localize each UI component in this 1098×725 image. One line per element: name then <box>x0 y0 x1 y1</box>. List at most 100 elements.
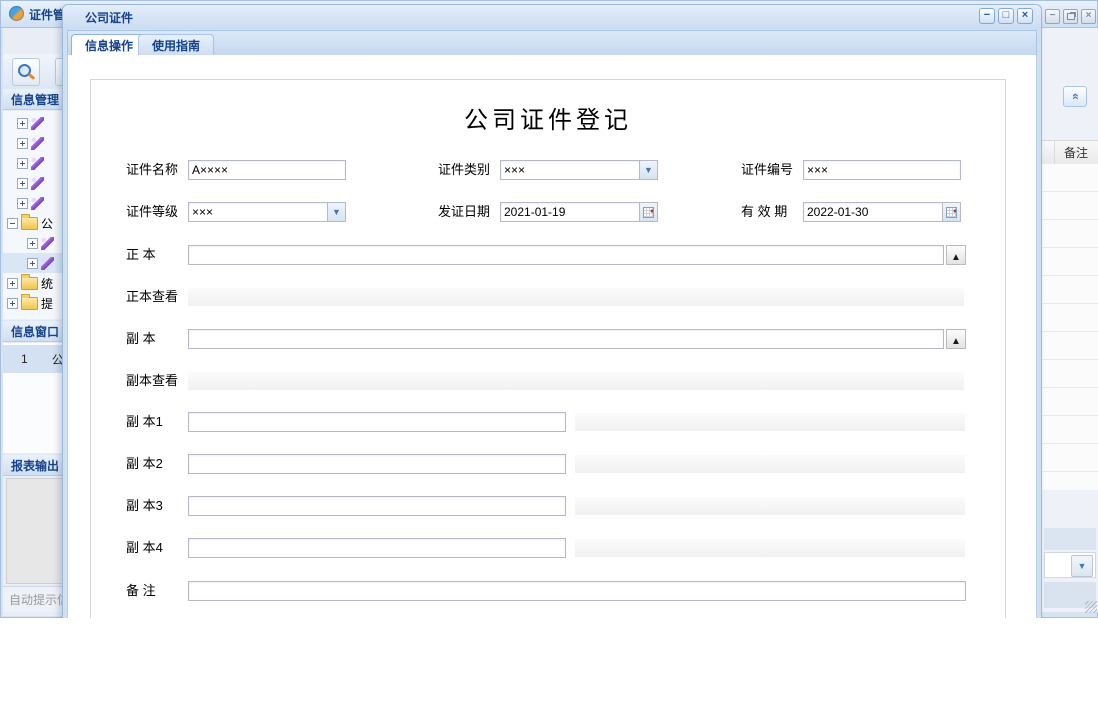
cert-no-label: 证件编号 <box>741 160 793 180</box>
expand-icon[interactable] <box>27 258 38 269</box>
tool-icon <box>41 237 54 250</box>
duplicate-view-area <box>188 372 964 390</box>
window-restore-button[interactable] <box>1063 9 1078 24</box>
expand-icon[interactable] <box>17 138 28 149</box>
copy1-label: 副 本1 <box>126 412 163 432</box>
cert-level-input[interactable] <box>188 202 346 222</box>
panel-bar <box>1044 528 1096 550</box>
copy3-view-area <box>575 497 965 515</box>
search-button[interactable] <box>12 58 40 86</box>
cert-name-input[interactable] <box>188 160 346 180</box>
window-minimize-button[interactable]: − <box>1045 9 1060 24</box>
dialog-close-button[interactable]: × <box>1017 8 1033 24</box>
resize-grip[interactable] <box>1085 601 1097 613</box>
cert-level-label: 证件等级 <box>126 202 178 222</box>
restore-icon <box>1067 13 1075 20</box>
background-combo-field: ▼ <box>1044 552 1096 578</box>
expand-icon[interactable] <box>7 298 18 309</box>
copy4-label: 副 本4 <box>126 538 163 558</box>
cert-type-input[interactable] <box>500 160 658 180</box>
cert-type-dropdown-button[interactable]: ▼ <box>639 161 657 179</box>
original-upload-button[interactable]: ▲ <box>946 245 966 265</box>
issue-date-picker-button[interactable] <box>639 203 657 221</box>
dialog-minimize-button[interactable]: − <box>979 8 995 24</box>
issue-date-input[interactable] <box>500 202 658 222</box>
content-right-panel: « 备注 ▼ <box>1041 28 1098 612</box>
dialog-maximize-button[interactable]: □ <box>998 8 1014 24</box>
original-label: 正 本 <box>126 245 156 265</box>
dialog-body: 公司证件登记 证件名称 证件类别 ▼ 证件编号 <box>67 55 1037 618</box>
tab-user-guide[interactable]: 使用指南 <box>138 34 214 57</box>
copy1-field <box>188 412 566 432</box>
original-input[interactable] <box>188 245 944 265</box>
copy3-input[interactable] <box>188 496 566 516</box>
issue-date-field <box>500 202 658 222</box>
cert-type-label: 证件类别 <box>438 160 490 180</box>
form-row-original: 正 本 ▲ <box>91 245 1005 265</box>
form-row-duplicate: 副 本 ▲ <box>91 329 1005 349</box>
expand-icon[interactable] <box>27 238 38 249</box>
copy2-label: 副 本2 <box>126 454 163 474</box>
collapse-node-icon[interactable] <box>7 218 18 229</box>
form-row-remark: 备 注 <box>91 581 1005 601</box>
expand-icon[interactable] <box>17 158 28 169</box>
grid-column-header-remark[interactable]: 备注 <box>1042 140 1098 166</box>
copy4-view-area <box>575 539 965 557</box>
cert-level-dropdown-button[interactable]: ▼ <box>327 203 345 221</box>
form-row-copy3: 副 本3 <box>91 496 1005 516</box>
issue-date-label: 发证日期 <box>438 202 490 222</box>
duplicate-field <box>188 329 944 349</box>
form-row-1: 证件名称 证件类别 ▼ 证件编号 <box>91 160 1005 180</box>
duplicate-view-label: 副本查看 <box>126 371 178 391</box>
tool-icon <box>31 157 44 170</box>
tool-icon <box>31 137 44 150</box>
copy1-input[interactable] <box>188 412 566 432</box>
window-close-button[interactable]: × <box>1081 9 1096 24</box>
chevron-down-icon: ▼ <box>644 166 653 175</box>
cert-registration-form: 公司证件登记 证件名称 证件类别 ▼ 证件编号 <box>90 79 1006 618</box>
app-logo-icon <box>9 6 24 21</box>
form-row-copy4: 副 本4 <box>91 538 1005 558</box>
remark-input[interactable] <box>188 581 966 601</box>
cert-type-field: ▼ <box>500 160 658 180</box>
expand-icon[interactable] <box>17 178 28 189</box>
company-cert-dialog: 公司证件 − □ × 信息操作 使用指南 公司证件登记 证件名称 证件类别 <box>62 4 1042 618</box>
application: 证件管 − × 信息管理 <box>0 0 1098 618</box>
dialog-tabstrip: 信息操作 使用指南 <box>67 30 1037 56</box>
cert-name-field <box>188 160 346 180</box>
duplicate-input[interactable] <box>188 329 944 349</box>
expand-icon[interactable] <box>7 278 18 289</box>
valid-until-input[interactable] <box>803 202 961 222</box>
upload-arrow-icon: ▲ <box>951 252 961 263</box>
remark-field <box>188 581 966 601</box>
tool-icon <box>31 197 44 210</box>
tool-icon <box>41 257 54 270</box>
tool-icon <box>31 177 44 190</box>
original-field <box>188 245 944 265</box>
form-row-original-view: 正本查看 <box>91 287 1005 307</box>
folder-icon <box>21 297 38 310</box>
cert-level-field: ▼ <box>188 202 346 222</box>
chevron-down-button[interactable]: ▼ <box>1071 555 1093 577</box>
form-title: 公司证件登记 <box>91 100 1005 135</box>
upload-arrow-icon: ▲ <box>951 336 961 347</box>
copy1-view-area <box>575 413 965 431</box>
calendar-icon <box>643 207 654 218</box>
form-row-2: 证件等级 ▼ 发证日期 有 效 期 <box>91 202 1005 222</box>
expand-icon[interactable] <box>17 198 28 209</box>
dialog-titlebar[interactable]: 公司证件 − □ × <box>63 5 1041 29</box>
copy3-label: 副 本3 <box>126 496 163 516</box>
cert-no-input[interactable] <box>803 160 961 180</box>
form-row-copy2: 副 本2 <box>91 454 1005 474</box>
expand-icon[interactable] <box>17 118 28 129</box>
valid-until-picker-button[interactable] <box>942 203 960 221</box>
calendar-icon <box>946 207 957 218</box>
collapse-panel-button[interactable]: « <box>1063 86 1087 107</box>
copy2-input[interactable] <box>188 454 566 474</box>
duplicate-upload-button[interactable]: ▲ <box>946 329 966 349</box>
copy4-input[interactable] <box>188 538 566 558</box>
duplicate-label: 副 本 <box>126 329 156 349</box>
copy2-view-area <box>575 455 965 473</box>
copy3-field <box>188 496 566 516</box>
valid-until-field <box>803 202 961 222</box>
